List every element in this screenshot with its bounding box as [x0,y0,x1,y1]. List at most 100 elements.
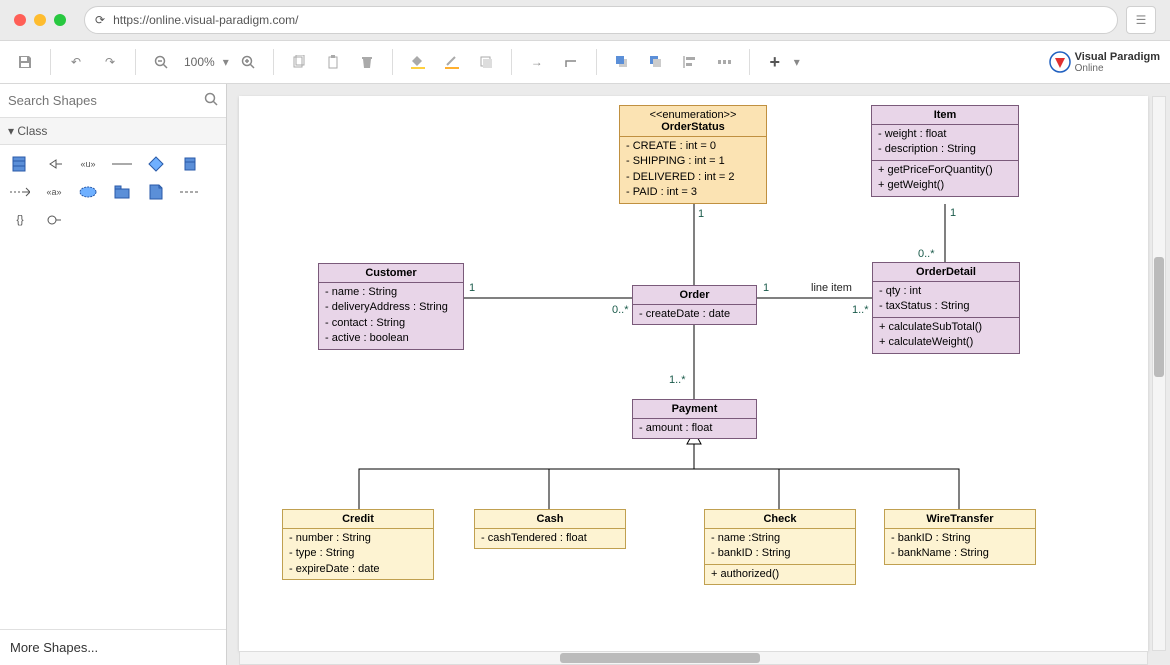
op: + calculateSubTotal() [879,320,1013,335]
mult-label: 1 [698,208,704,220]
attr: - weight : float [878,127,1012,142]
attr: - description : String [878,142,1012,157]
attr: - name :String [711,531,849,546]
class-orderstatus[interactable]: <<enumeration>>OrderStatus - CREATE : in… [619,105,767,204]
attr: - name : String [325,285,457,300]
class-order[interactable]: Order - createDate : date [632,285,757,325]
chevron-down-icon[interactable]: ▾ [794,55,800,69]
attr: - cashTendered : float [481,531,619,546]
class-name: Payment [672,403,718,415]
class-customer[interactable]: Customer - name : String- deliveryAddres… [318,263,464,350]
vertical-scrollbar[interactable] [1152,96,1166,651]
palette-note-icon[interactable] [146,183,166,201]
logo-text: Visual Paradigm [1075,51,1160,63]
connector-straight-icon[interactable]: → [522,47,552,77]
attr-section: - CREATE : int = 0 - SHIPPING : int = 1 … [620,136,766,203]
attr: - bankID : String [711,546,849,561]
attr: - taxStatus : String [879,299,1013,314]
attr: - PAID : int = 3 [626,185,760,200]
reload-icon[interactable]: ⟳ [95,13,105,27]
save-icon[interactable] [10,47,40,77]
mult-label: 0..* [612,304,629,316]
palette-package-icon[interactable] [112,183,132,201]
class-name: OrderStatus [661,121,725,133]
class-name: WireTransfer [926,513,993,525]
class-wiretransfer[interactable]: WireTransfer - bankID : String- bankName… [884,509,1036,565]
chevron-down-icon[interactable]: ▾ [223,55,229,69]
search-icon[interactable] [204,92,218,109]
palette-constraint-icon[interactable]: {} [10,211,30,229]
class-orderdetail[interactable]: OrderDetail - qty : int- taxStatus : Str… [872,262,1020,354]
category-label: Class [17,124,47,138]
attr: - CREATE : int = 0 [626,139,760,154]
attr: - qty : int [879,284,1013,299]
canvas-area: 1 0..* 1 1 line item 1..* 1 0..* 1..* <<… [227,84,1170,665]
palette-collaboration-icon[interactable] [78,183,98,201]
palette-usage-icon[interactable]: «u» [78,155,98,173]
align-icon[interactable] [675,47,705,77]
op: + authorized() [711,567,849,582]
shape-palette: «u» «a» {} [0,145,226,239]
palette-dependency-icon[interactable] [10,183,30,201]
copy-icon[interactable] [284,47,314,77]
op: + getPriceForQuantity() [878,163,1012,178]
attr: - SHIPPING : int = 1 [626,154,760,169]
palette-lollipop-icon[interactable] [44,211,64,229]
maximize-window-icon[interactable] [54,14,66,26]
palette-class-icon[interactable] [10,155,30,173]
palette-generalization-icon[interactable] [44,155,64,173]
diagram-canvas[interactable]: 1 0..* 1 1 line item 1..* 1 0..* 1..* <<… [239,96,1148,651]
class-name: Order [680,289,710,301]
toolbar: ↶ ↷ 100% ▾ → + ▾ Visual ParadigmOnline [0,40,1170,84]
redo-icon[interactable]: ↷ [95,47,125,77]
palette-abstraction-icon[interactable]: «a» [44,183,64,201]
stereotype: <<enumeration>> [626,109,760,121]
fill-color-icon[interactable] [403,47,433,77]
menu-icon[interactable]: ☰ [1126,6,1156,34]
class-item[interactable]: Item - weight : float- description : Str… [871,105,1019,197]
attr: - DELIVERED : int = 2 [626,170,760,185]
attr: - type : String [289,546,427,561]
attr: - active : boolean [325,331,457,346]
add-icon[interactable]: + [760,47,790,77]
category-header[interactable]: ▾ Class [0,118,226,145]
undo-icon[interactable]: ↶ [61,47,91,77]
zoom-value[interactable]: 100% [180,55,219,69]
class-name: Check [763,513,796,525]
url-bar[interactable]: ⟳ https://online.visual-paradigm.com/ [84,6,1118,34]
scrollbar-thumb[interactable] [1154,257,1164,377]
palette-realization-icon[interactable] [180,183,200,201]
class-credit[interactable]: Credit - number : String- type : String-… [282,509,434,580]
class-payment[interactable]: Payment - amount : float [632,399,757,439]
connector-elbow-icon[interactable] [556,47,586,77]
shadow-icon[interactable] [471,47,501,77]
minimize-window-icon[interactable] [34,14,46,26]
to-front-icon[interactable] [607,47,637,77]
more-shapes-link[interactable]: More Shapes... [0,629,226,665]
distribute-icon[interactable] [709,47,739,77]
mult-label: 1 [950,207,956,219]
line-color-icon[interactable] [437,47,467,77]
palette-aggregation-icon[interactable] [146,155,166,173]
delete-icon[interactable] [352,47,382,77]
palette-association-icon[interactable] [112,155,132,173]
zoom-out-icon[interactable] [146,47,176,77]
scrollbar-thumb[interactable] [560,653,760,663]
mult-label: 0..* [918,248,935,260]
window-controls [14,14,66,26]
paste-icon[interactable] [318,47,348,77]
horizontal-scrollbar[interactable] [239,651,1148,665]
close-window-icon[interactable] [14,14,26,26]
search-input[interactable] [8,93,204,108]
mult-label: 1 [763,282,769,294]
class-name: Credit [342,513,374,525]
palette-interface-icon[interactable] [180,155,200,173]
app-logo: Visual ParadigmOnline [1049,51,1160,74]
attr: - contact : String [325,316,457,331]
to-back-icon[interactable] [641,47,671,77]
zoom-in-icon[interactable] [233,47,263,77]
logo-icon [1049,51,1071,73]
class-check[interactable]: Check - name :String- bankID : String + … [704,509,856,585]
op: + calculateWeight() [879,335,1013,350]
class-cash[interactable]: Cash - cashTendered : float [474,509,626,549]
